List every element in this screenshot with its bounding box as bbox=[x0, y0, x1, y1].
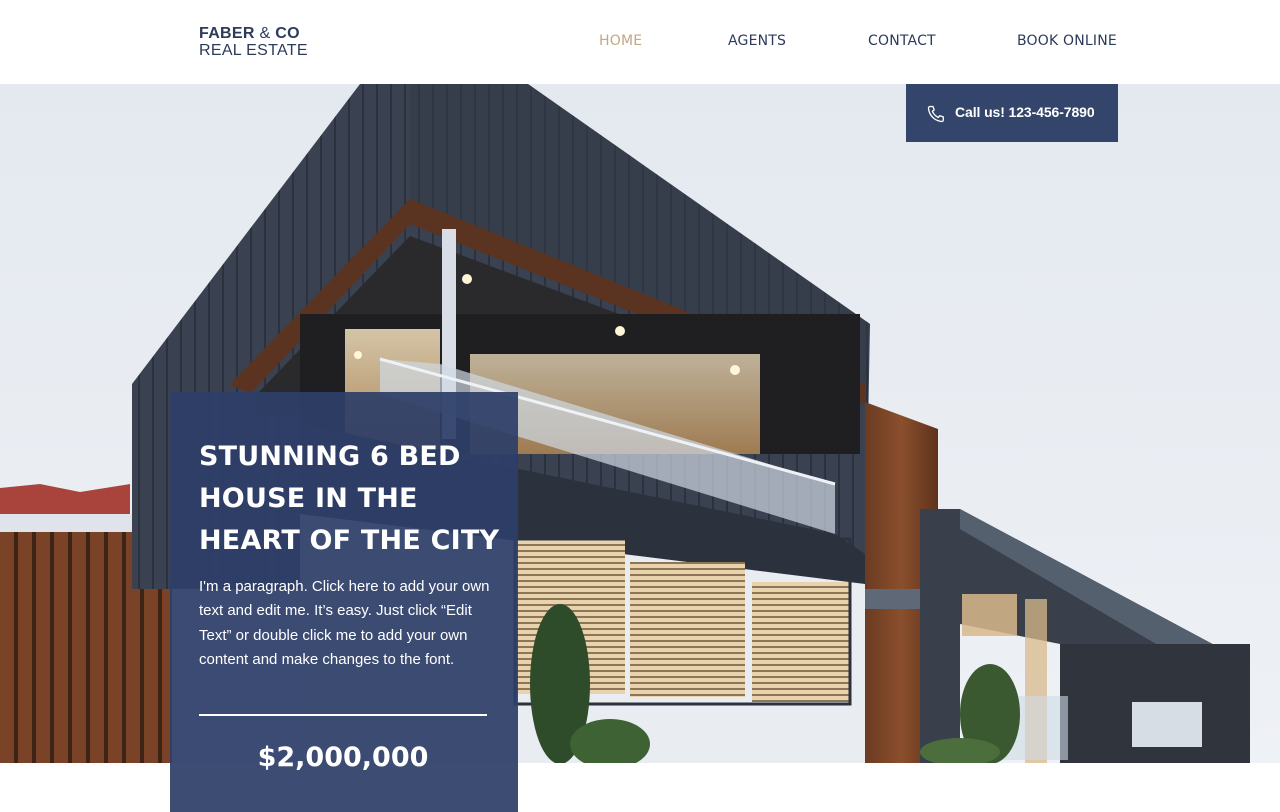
nav-book-online[interactable]: BOOK ONLINE bbox=[1017, 33, 1117, 49]
nav-home[interactable]: HOME bbox=[599, 33, 642, 49]
logo-real-estate: REAL ESTATE bbox=[199, 42, 308, 59]
listing-title: STUNNING 6 BED HOUSE IN THE HEART OF THE… bbox=[199, 441, 500, 556]
logo-ampersand: & bbox=[259, 25, 271, 42]
site-logo[interactable]: FABER & CO REAL ESTATE bbox=[199, 25, 308, 59]
call-us-button[interactable]: Call us! 123-456-7890 bbox=[906, 84, 1118, 142]
divider bbox=[199, 714, 487, 716]
phone-icon bbox=[926, 104, 946, 124]
listing-price: $2,000,000 bbox=[257, 742, 429, 773]
listing-paragraph[interactable]: I'm a paragraph. Click here to add your … bbox=[199, 575, 499, 672]
nav-agents[interactable]: AGENTS bbox=[728, 33, 786, 49]
call-us-label: Call us! 123-456-7890 bbox=[955, 104, 1095, 120]
logo-co: CO bbox=[275, 25, 300, 42]
nav-contact[interactable]: CONTACT bbox=[868, 33, 936, 49]
site-header: FABER & CO REAL ESTATE HOME AGENTS CONTA… bbox=[0, 0, 1280, 84]
logo-faber: FABER bbox=[199, 25, 255, 42]
listing-card: STUNNING 6 BED HOUSE IN THE HEART OF THE… bbox=[170, 392, 518, 812]
